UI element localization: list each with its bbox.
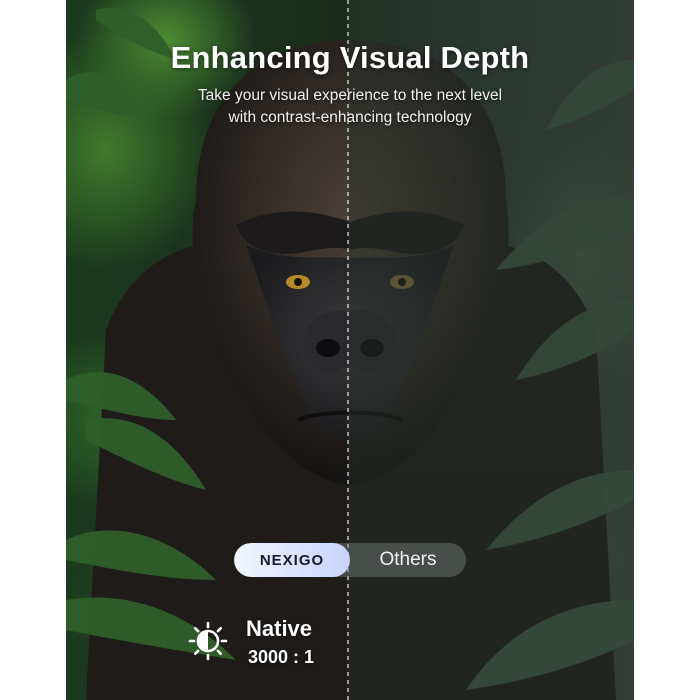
subtitle-line-1: Take your visual experience to the next …: [197, 87, 503, 104]
subtitle-line-2: with contrast-enhancing technology: [228, 109, 472, 126]
spec-value: 3000 : 1: [248, 647, 315, 667]
brand-label: NEXIGO: [234, 543, 350, 577]
comparison-toggle: NEXIGO Others: [234, 543, 466, 577]
product-image: Enhancing Visual Depth Take your visual …: [66, 0, 634, 700]
spec-label: Native: [246, 616, 313, 641]
subtitle: Take your visual experience to the next …: [66, 85, 634, 129]
contrast-icon: [188, 621, 228, 661]
others-label: Others: [379, 549, 437, 570]
page-title: Enhancing Visual Depth: [170, 40, 530, 75]
